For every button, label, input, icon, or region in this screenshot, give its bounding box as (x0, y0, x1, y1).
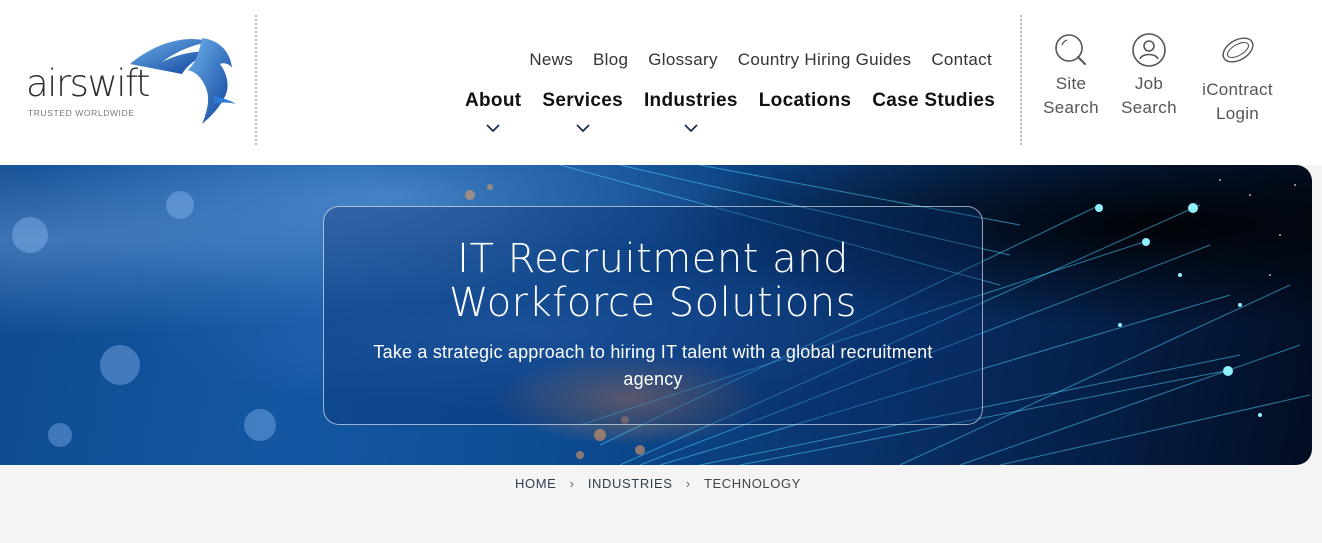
ring-icon (1221, 37, 1254, 63)
icontract-login-button[interactable]: iContract Login (1190, 32, 1285, 126)
breadcrumb-current: TECHNOLOGY (703, 476, 801, 491)
nav-link-contact[interactable]: Contact (931, 50, 992, 70)
breadcrumb-separator: › (569, 476, 575, 491)
nav-item-label: Industries (643, 90, 738, 111)
hero-title-line-1: IT Recruitment and (457, 236, 849, 282)
site-search-label-2: Search (1043, 98, 1099, 117)
breadcrumb-industries[interactable]: INDUSTRIES (588, 476, 673, 491)
icontract-label-2: Login (1215, 104, 1260, 123)
hero-banner: IT Recruitment and Workforce Solutions T… (0, 165, 1312, 465)
airswift-logo[interactable]: airswift TRUSTED WORLDWIDE (26, 34, 241, 129)
breadcrumb: HOME › INDUSTRIES › TECHNOLOGY (0, 476, 1316, 491)
chevron-down-icon[interactable] (684, 123, 698, 133)
hero-title-line-2: Workforce Solutions (448, 280, 857, 326)
icontract-label-1: iContract (1202, 80, 1273, 99)
header-divider (1020, 15, 1022, 145)
nav-link-news[interactable]: News (529, 50, 573, 70)
hero-title: IT Recruitment and Workforce Solutions (324, 237, 982, 325)
site-header: airswift TRUSTED WORLDWIDE News Blog Glo… (0, 0, 1322, 165)
nav-item-services[interactable]: Services (542, 90, 623, 133)
nav-item-industries[interactable]: Industries (643, 90, 738, 133)
hero-content-box: IT Recruitment and Workforce Solutions T… (323, 206, 983, 425)
nav-link-country-hiring-guides[interactable]: Country Hiring Guides (738, 50, 912, 70)
nav-item-label: Locations (758, 90, 852, 111)
site-search-button[interactable]: Site Search (1034, 32, 1108, 120)
secondary-nav: News Blog Glossary Country Hiring Guides… (529, 50, 992, 70)
nav-item-locations[interactable]: Locations (759, 90, 851, 112)
nav-item-label: Case Studies (872, 90, 996, 111)
site-search-label-1: Site (1055, 74, 1087, 93)
breadcrumb-home[interactable]: HOME (515, 476, 556, 491)
job-search-button[interactable]: Job Search (1112, 32, 1186, 120)
nav-item-label: About (465, 90, 522, 111)
job-search-label-2: Search (1121, 98, 1177, 117)
breadcrumb-separator: › (685, 476, 691, 491)
nav-item-about[interactable]: About (465, 90, 522, 133)
logo-tagline: TRUSTED WORLDWIDE (28, 108, 135, 118)
search-icon (1055, 34, 1086, 65)
job-search-label-1: Job (1134, 74, 1164, 93)
chevron-down-icon[interactable] (576, 123, 590, 133)
chevron-down-icon[interactable] (486, 123, 500, 133)
nav-link-glossary[interactable]: Glossary (648, 50, 717, 70)
nav-link-blog[interactable]: Blog (593, 50, 628, 70)
hero-subtitle: Take a strategic approach to hiring IT t… (373, 342, 933, 389)
nav-item-case-studies[interactable]: Case Studies (872, 90, 995, 112)
header-divider (255, 15, 257, 145)
nav-item-label: Services (542, 90, 623, 111)
logo-wordmark: airswift (26, 62, 150, 105)
primary-nav: About Services Industries Locations Case… (465, 90, 995, 133)
user-icon (1132, 33, 1166, 67)
